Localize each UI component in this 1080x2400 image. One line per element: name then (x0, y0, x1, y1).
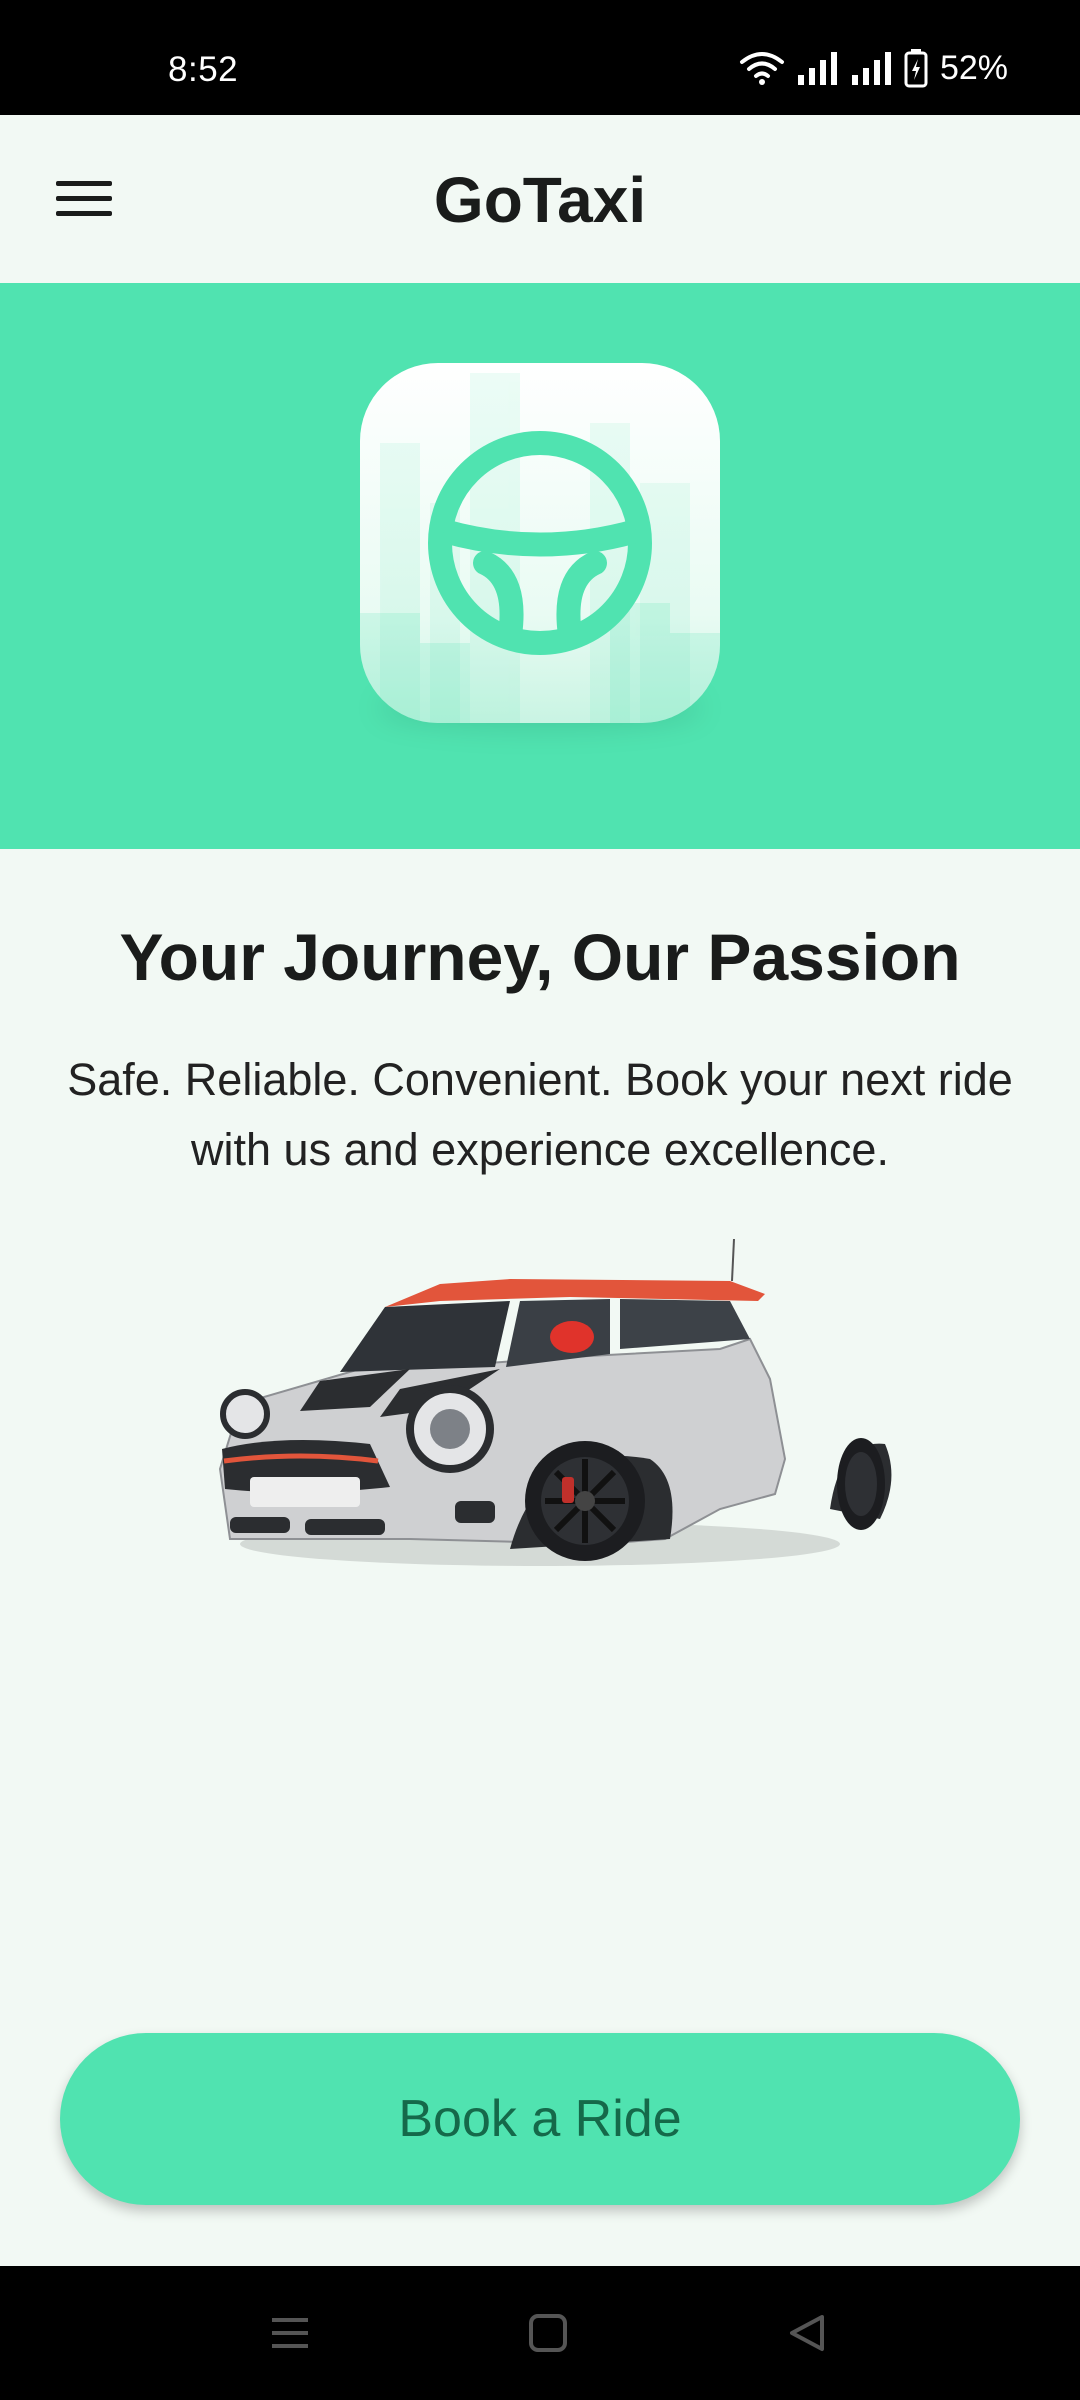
headline: Your Journey, Our Passion (119, 920, 961, 994)
signal-icon (797, 52, 837, 85)
recent-apps-button[interactable] (255, 2301, 325, 2365)
steering-wheel-icon (428, 431, 652, 655)
recent-apps-icon (272, 2318, 308, 2348)
status-time: 8:52 (168, 50, 239, 89)
car-image (218, 1239, 892, 1566)
system-nav-bar (0, 2266, 1080, 2400)
home-button[interactable] (513, 2301, 583, 2365)
main-content: Your Journey, Our Passion Safe. Reliable… (0, 849, 1080, 2266)
wifi-icon (739, 52, 784, 85)
home-icon (529, 2314, 567, 2352)
tagline: Safe. Reliable. Convenient. Book your ne… (67, 1054, 1013, 1175)
book-a-ride-label: Book a Ride (398, 2090, 682, 2148)
app-title: GoTaxi (433, 164, 647, 236)
status-icons: 52% (738, 48, 1008, 88)
back-icon (790, 2315, 824, 2351)
book-a-ride-button[interactable]: Book a Ride (60, 2033, 1020, 2205)
hero-banner (0, 283, 1080, 849)
signal-icon (851, 52, 891, 85)
battery-percentage: 52% (939, 48, 1008, 87)
app-logo (360, 363, 720, 723)
back-button[interactable] (771, 2301, 841, 2365)
battery-icon (904, 49, 928, 88)
status-bar: 8:52 52% (0, 0, 1080, 115)
app-bar: GoTaxi (0, 115, 1080, 283)
